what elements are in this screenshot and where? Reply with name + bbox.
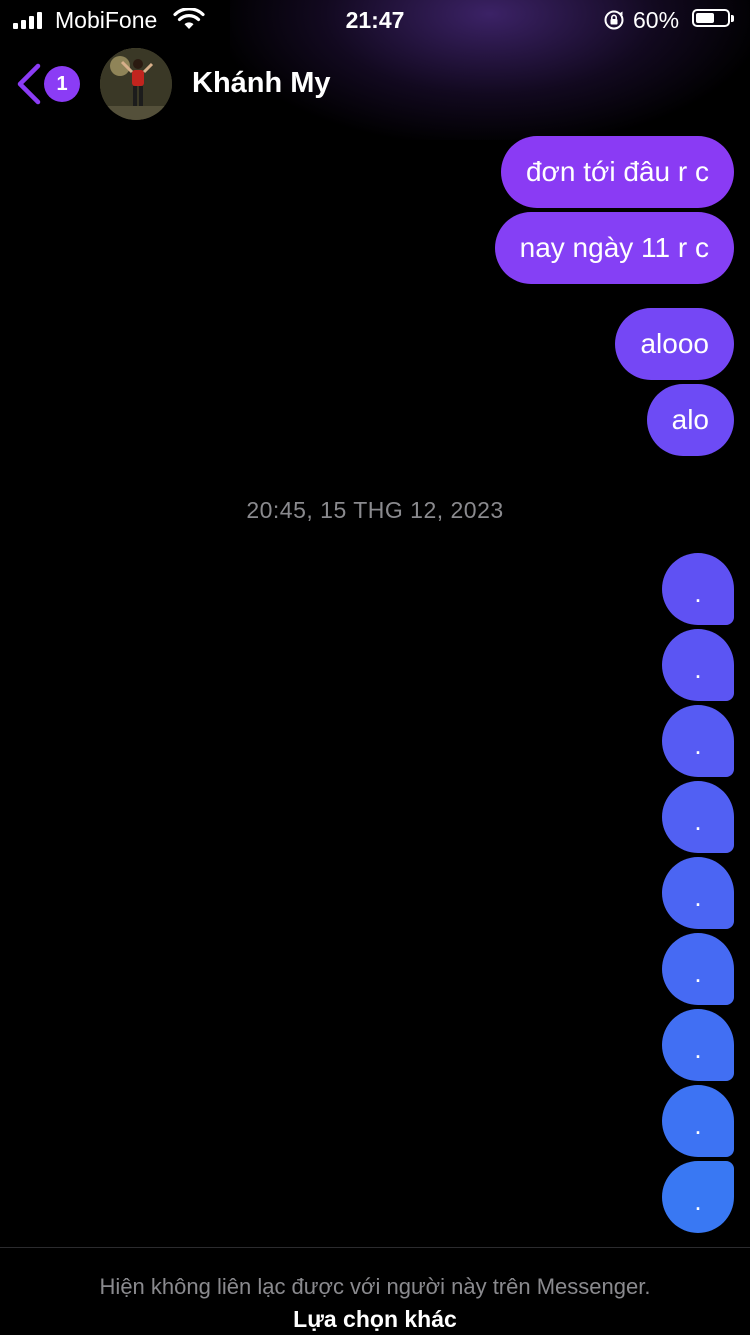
back-button[interactable]: 1 — [14, 60, 84, 108]
message-text: alo — [671, 404, 709, 435]
dot-message-bubble[interactable]: . — [662, 553, 734, 625]
message-text: . — [694, 957, 702, 988]
message-text: . — [694, 1033, 702, 1064]
message-text: . — [694, 1109, 702, 1140]
message-bubble[interactable]: nay ngày 11 r c — [494, 212, 734, 284]
dot-message-bubble[interactable]: . — [662, 857, 734, 929]
conversation-timestamp: 20:45, 15 THG 12, 2023 — [246, 497, 504, 523]
message-text: . — [694, 577, 702, 608]
battery-percentage: 60% — [633, 7, 680, 33]
chevron-left-icon — [17, 63, 41, 105]
unavailable-notice: Hiện không liên lạc được với người này t… — [99, 1274, 651, 1299]
battery-icon — [692, 9, 730, 27]
dot-message-bubble[interactable]: . — [662, 705, 734, 777]
battery-tip — [731, 15, 734, 22]
footer-bar: Hiện không liên lạc được với người này t… — [0, 1247, 750, 1335]
dot-message-bubble[interactable]: . — [662, 1009, 734, 1081]
message-text: . — [694, 653, 702, 684]
unread-count-badge: 1 — [44, 66, 80, 102]
message-bubble[interactable]: alooo — [615, 308, 734, 380]
dot-message-bubble[interactable]: . — [662, 629, 734, 701]
contact-name[interactable]: Khánh My — [192, 67, 331, 100]
rotation-lock-icon — [604, 10, 624, 30]
other-options-link[interactable]: Lựa chọn khác — [0, 1306, 750, 1333]
status-bar: MobiFone 21:47 60% — [0, 0, 750, 40]
message-text: . — [694, 1185, 702, 1216]
dot-message-bubble[interactable]: . — [662, 1085, 734, 1157]
dot-message-bubble[interactable]: . — [662, 933, 734, 1005]
avatar[interactable] — [100, 48, 172, 120]
message-text: . — [694, 729, 702, 760]
message-text: . — [694, 805, 702, 836]
message-text: đơn tới đâu r c — [525, 156, 709, 187]
message-text: . — [694, 881, 702, 912]
message-text: nay ngày 11 r c — [519, 232, 709, 263]
profile-photo — [100, 48, 172, 120]
dot-message-bubble[interactable]: . — [662, 781, 734, 853]
dot-message-bubble[interactable]: . — [662, 1161, 734, 1233]
message-bubble[interactable]: alo — [646, 384, 734, 456]
message-bubble[interactable]: đơn tới đâu r c — [500, 136, 734, 208]
message-text: alooo — [640, 328, 709, 359]
